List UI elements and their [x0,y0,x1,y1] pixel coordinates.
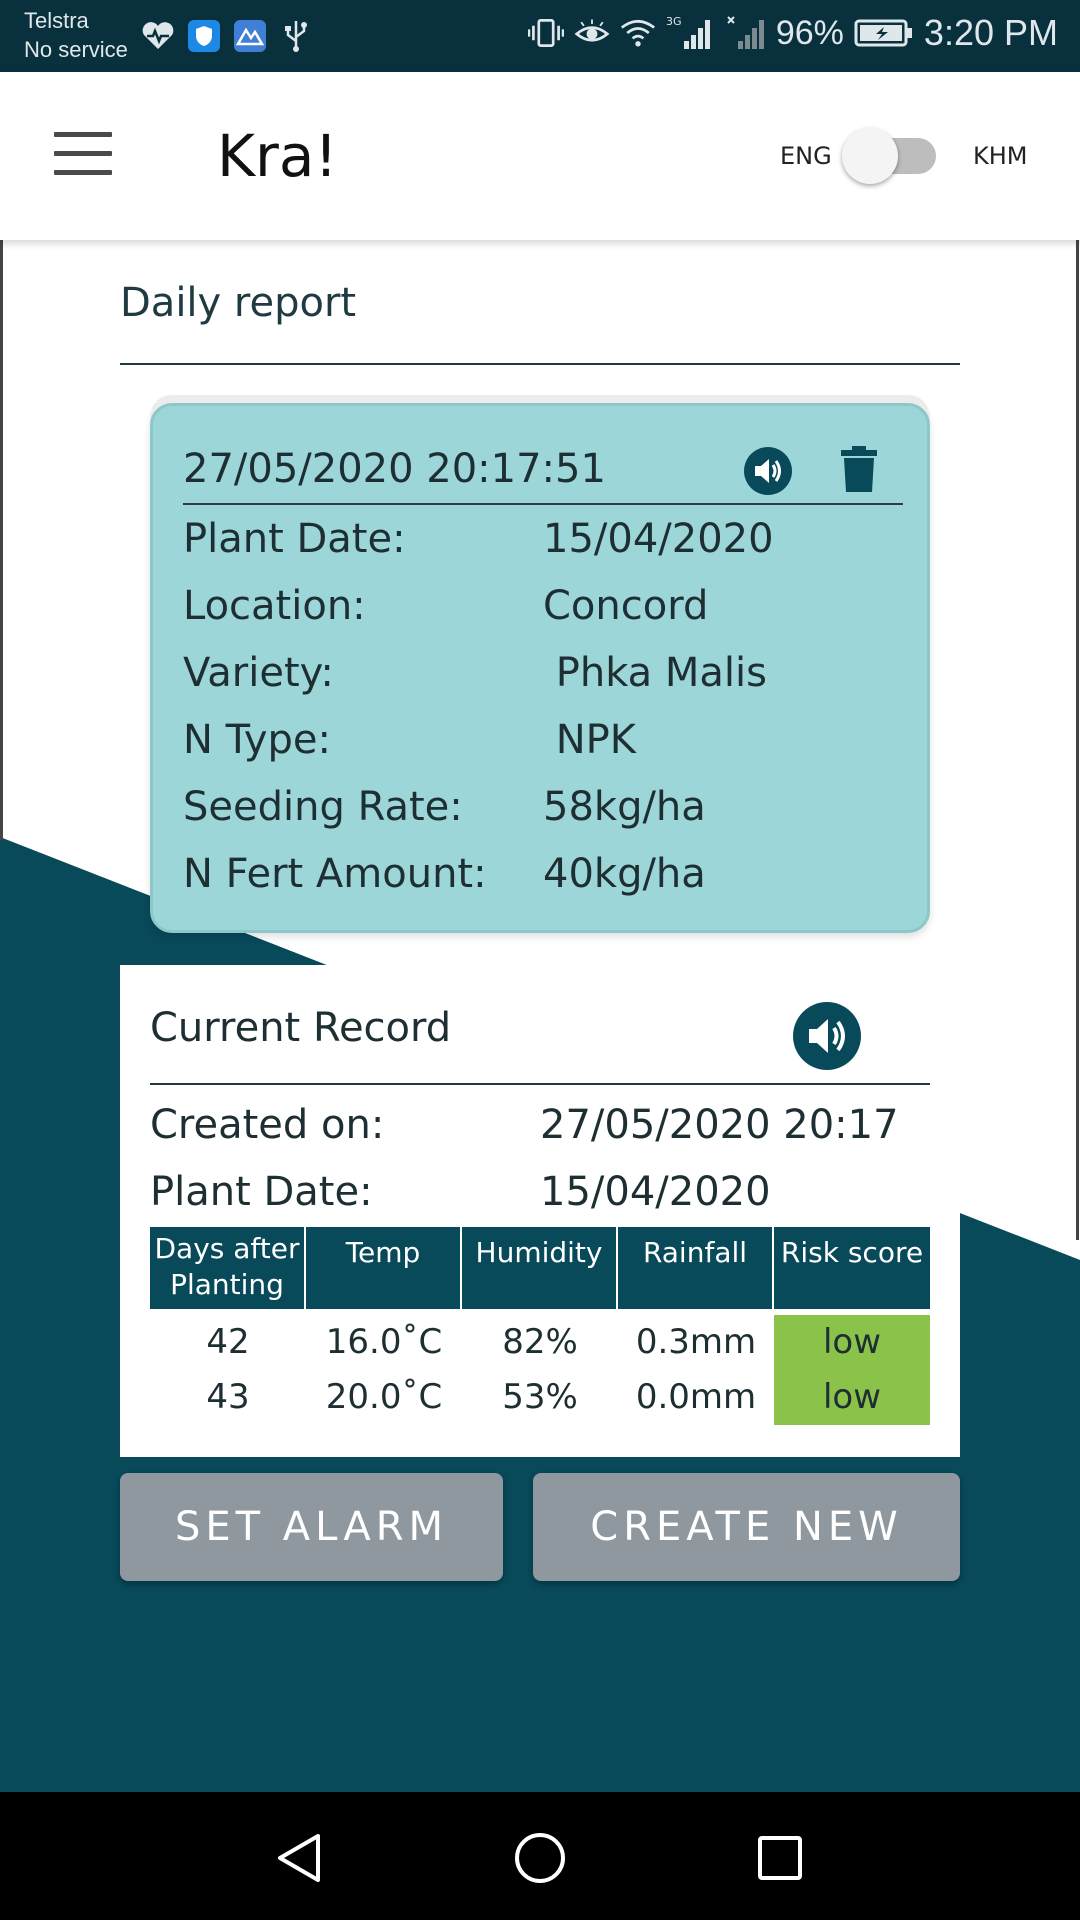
battery-percent: 96% [775,13,844,52]
cell-humidity: 53% [502,1377,578,1417]
cell-humidity: 82% [502,1322,578,1362]
language-toggle[interactable] [842,126,942,186]
card-value: 15/04/2020 [543,516,774,562]
wifi-icon [620,15,656,51]
toggle-knob [842,128,898,184]
daily-report-title: Daily report [120,280,357,326]
cell-temp: 16.0˚C [325,1322,443,1362]
eye-comfort-icon [574,15,610,51]
carrier-name: Telstra [24,8,89,33]
language-khm-label: KHM [973,142,1028,170]
mountain-app-icon [232,18,268,54]
usb-icon [278,18,314,54]
network-type-label: 3G [666,15,682,28]
status-bar: Telstra No service 3G 96% 3:20 PM [0,0,1080,72]
home-circle-icon[interactable] [512,1830,568,1886]
card-label: Location: [183,583,366,629]
card-label: N Type: [183,717,331,763]
card-divider [183,503,903,505]
delete-trash-icon[interactable] [839,444,879,494]
record-speaker-icon[interactable] [792,1001,862,1071]
language-eng-label: ENG [780,142,832,170]
set-alarm-button[interactable]: SET ALARM [120,1473,503,1581]
card-value: 40kg/ha [543,851,706,897]
risk-table: Days after Planting Temp Humidity Rainfa… [150,1227,930,1425]
carrier-info: Telstra No service [24,6,128,64]
col-temp: Temp [306,1227,462,1309]
card-value: 58kg/ha [543,784,706,830]
recents-square-icon[interactable] [752,1830,808,1886]
cell-rainfall: 0.3mm [635,1322,757,1362]
plant-date-row: Plant Date: 15/04/2020 [150,1169,930,1219]
right-border [1076,240,1079,1240]
cell-risk-score: low [774,1370,930,1425]
plant-date-label: Plant Date: [150,1169,373,1215]
create-new-button[interactable]: CREATE NEW [533,1473,960,1581]
created-on-label: Created on: [150,1102,385,1148]
service-status: No service [24,37,128,62]
table-row: 43 20.0˚C 53% 0.0mm low [150,1370,930,1425]
app-bar: Kra! ENG KHM [0,72,1080,240]
vibrate-icon [527,15,564,51]
main-content[interactable]: Daily report 27/05/2020 20:17:51 Plant D… [0,240,1080,1792]
card-value: Phka Malis [543,650,767,696]
col-rainfall: Rainfall [618,1227,774,1309]
cell-days: 42 [206,1322,250,1362]
cell-rainfall: 0.0mm [635,1377,757,1417]
col-risk-score: Risk score [774,1227,930,1309]
shield-app-icon [186,18,222,54]
title-divider [120,363,960,365]
created-on-value: 27/05/2020 20:17 [540,1102,899,1148]
card-value: Concord [543,583,709,629]
notification-icons [140,18,314,54]
report-timestamp: 27/05/2020 20:17:51 [183,446,606,492]
cell-temp: 20.0˚C [325,1377,443,1417]
health-heart-icon [140,18,176,54]
battery-charging-icon [854,15,914,51]
table-row: 42 16.0˚C 82% 0.3mm low [150,1315,930,1370]
no-signal-icon [726,15,766,51]
card-label: Variety: [183,650,334,696]
record-divider [150,1083,930,1085]
card-speaker-icon[interactable] [743,446,793,496]
table-header: Days after Planting Temp Humidity Rainfa… [150,1227,930,1309]
current-record-title: Current Record [150,1005,452,1051]
card-value: NPK [543,717,636,763]
col-humidity: Humidity [462,1227,618,1309]
system-status: 3G 96% 3:20 PM [527,12,1058,54]
navigation-bar [0,1792,1080,1920]
back-triangle-icon[interactable] [272,1830,328,1886]
app-title: Kra! [217,122,338,190]
plant-date-value: 15/04/2020 [540,1169,771,1215]
signal-3g-icon: 3G [666,15,716,51]
card-label: Seeding Rate: [183,784,463,830]
created-on-row: Created on: 27/05/2020 20:17 [150,1102,930,1152]
status-clock: 3:20 PM [923,12,1058,53]
col-days-after-planting: Days after Planting [150,1227,306,1309]
cell-risk-score: low [774,1315,930,1370]
cell-days: 43 [206,1377,250,1417]
report-card[interactable]: 27/05/2020 20:17:51 Plant Date: 15/04/20… [150,403,930,933]
current-record-panel: Current Record Created on: 27/05/2020 20… [120,965,960,1457]
hamburger-menu-icon[interactable] [54,132,112,178]
card-label: Plant Date: [183,516,406,562]
card-label: N Fert Amount: [183,851,487,897]
left-border [0,240,3,840]
